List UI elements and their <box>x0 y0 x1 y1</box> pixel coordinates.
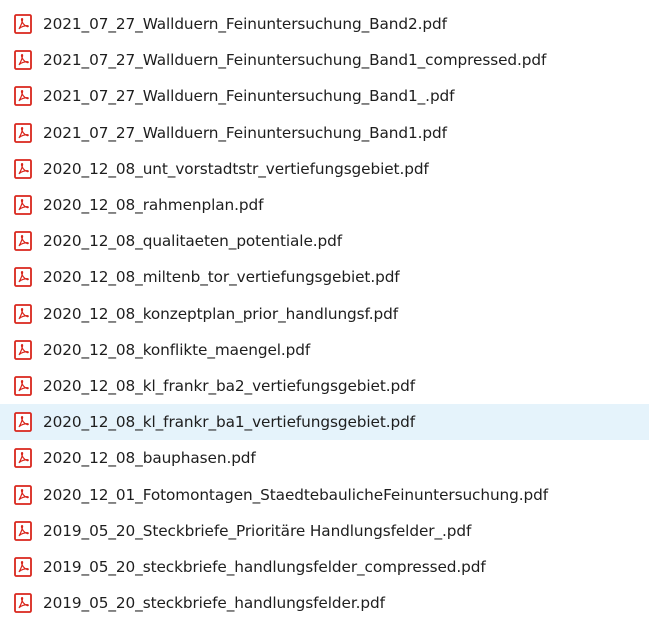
pdf-file-icon <box>13 411 33 433</box>
file-row[interactable]: 2020_12_08_miltenb_tor_vertiefungsgebiet… <box>0 259 649 295</box>
file-name: 2020_12_08_konflikte_maengel.pdf <box>43 340 311 359</box>
file-name: 2021_07_27_Wallduern_Feinuntersuchung_Ba… <box>43 87 455 106</box>
file-name: 2020_12_01_Fotomontagen_StaedtebaulicheF… <box>43 485 549 504</box>
file-name: 2021_07_27_Wallduern_Feinuntersuchung_Ba… <box>43 123 447 142</box>
file-name: 2020_12_08_unt_vorstadtstr_vertiefungsge… <box>43 159 429 178</box>
pdf-file-icon <box>13 447 33 469</box>
pdf-file-icon <box>13 194 33 216</box>
file-name: 2019_05_20_steckbriefe_handlungsfelder.p… <box>43 594 385 613</box>
file-row[interactable]: 2020_12_08_rahmenplan.pdf <box>0 187 649 223</box>
pdf-file-icon <box>13 85 33 107</box>
pdf-file-icon <box>13 158 33 180</box>
pdf-file-icon <box>13 122 33 144</box>
file-name: 2021_07_27_Wallduern_Feinuntersuchung_Ba… <box>43 51 547 70</box>
file-row[interactable]: 2021_07_27_Wallduern_Feinuntersuchung_Ba… <box>0 42 649 78</box>
file-row[interactable]: 2020_12_08_qualitaeten_potentiale.pdf <box>0 223 649 259</box>
pdf-file-icon <box>13 266 33 288</box>
pdf-file-icon <box>13 592 33 614</box>
file-row[interactable]: 2020_12_08_kl_frankr_ba1_vertiefungsgebi… <box>0 404 649 441</box>
file-row[interactable]: 2020_12_01_Fotomontagen_StaedtebaulicheF… <box>0 476 649 512</box>
file-row[interactable]: 2020_12_08_unt_vorstadtstr_vertiefungsge… <box>0 151 649 187</box>
file-name: 2019_05_20_steckbriefe_handlungsfelder_c… <box>43 557 486 576</box>
pdf-file-icon <box>13 13 33 35</box>
file-row[interactable]: 2021_07_27_Wallduern_Feinuntersuchung_Ba… <box>0 6 649 42</box>
file-row[interactable]: 2021_07_27_Wallduern_Feinuntersuchung_Ba… <box>0 78 649 114</box>
file-name: 2020_12_08_rahmenplan.pdf <box>43 196 264 215</box>
pdf-file-icon <box>13 303 33 325</box>
pdf-file-icon <box>13 49 33 71</box>
file-row[interactable]: 2020_12_08_konzeptplan_prior_handlungsf.… <box>0 296 649 332</box>
pdf-file-icon <box>13 230 33 252</box>
file-row[interactable]: 2020_12_08_konflikte_maengel.pdf <box>0 332 649 368</box>
pdf-file-icon <box>13 375 33 397</box>
file-list: 2021_07_27_Wallduern_Feinuntersuchung_Ba… <box>0 6 649 621</box>
file-row[interactable]: 2020_12_08_kl_frankr_ba2_vertiefungsgebi… <box>0 368 649 404</box>
file-name: 2020_12_08_bauphasen.pdf <box>43 449 256 468</box>
file-name: 2020_12_08_kl_frankr_ba2_vertiefungsgebi… <box>43 376 415 395</box>
file-name: 2021_07_27_Wallduern_Feinuntersuchung_Ba… <box>43 15 447 34</box>
file-row[interactable]: 2020_12_08_bauphasen.pdf <box>0 440 649 476</box>
file-name: 2020_12_08_kl_frankr_ba1_vertiefungsgebi… <box>43 413 415 432</box>
file-name: 2020_12_08_qualitaeten_potentiale.pdf <box>43 232 343 251</box>
file-name: 2020_12_08_konzeptplan_prior_handlungsf.… <box>43 304 398 323</box>
pdf-file-icon <box>13 556 33 578</box>
file-row[interactable]: 2019_05_20_steckbriefe_handlungsfelder_c… <box>0 549 649 585</box>
file-name: 2019_05_20_Steckbriefe_Prioritäre Handlu… <box>43 521 472 540</box>
file-row[interactable]: 2019_05_20_Steckbriefe_Prioritäre Handlu… <box>0 513 649 549</box>
file-row[interactable]: 2021_07_27_Wallduern_Feinuntersuchung_Ba… <box>0 115 649 151</box>
pdf-file-icon <box>13 520 33 542</box>
file-name: 2020_12_08_miltenb_tor_vertiefungsgebiet… <box>43 268 400 287</box>
pdf-file-icon <box>13 339 33 361</box>
pdf-file-icon <box>13 484 33 506</box>
file-row[interactable]: 2019_05_20_steckbriefe_handlungsfelder.p… <box>0 585 649 621</box>
